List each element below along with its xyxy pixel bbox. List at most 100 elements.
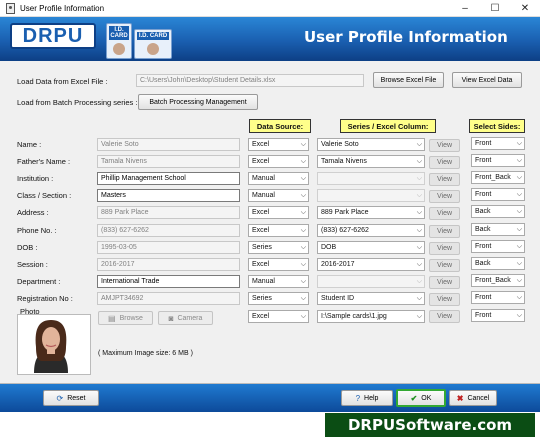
bottom-bar: ⟳ Reset ? Help ✔ OK ✖ Cancel [0, 384, 540, 412]
chevron-down-icon: ⌵ [516, 208, 522, 215]
reset-button[interactable]: ⟳ Reset [43, 390, 99, 406]
field-value-input[interactable]: 889 Park Place [97, 206, 240, 219]
help-button[interactable]: ? Help [341, 390, 393, 406]
series-column-select[interactable]: DOB ⌵ [317, 241, 425, 254]
data-source-select[interactable]: Manual ⌵ [248, 172, 309, 185]
view-button[interactable]: View [429, 293, 460, 306]
chevron-down-icon: ⌵ [516, 277, 522, 284]
side-select[interactable]: Front ⌵ [471, 188, 525, 201]
photo-source-select[interactable]: Excel ⌵ [248, 310, 309, 323]
series-column-select[interactable]: ⌵ [317, 275, 425, 288]
series-column-select[interactable]: Valerie Soto ⌵ [317, 138, 425, 151]
chevron-down-icon: ⌵ [300, 175, 306, 182]
excel-file-label: Load Data from Excel File : [17, 77, 108, 86]
field-value-input[interactable]: (833) 627-6262 [97, 224, 240, 237]
view-button[interactable]: View [429, 242, 460, 255]
field-value-input[interactable]: Tamala Nivens [97, 155, 240, 168]
window-titlebar: User Profile Information – ☐ ✕ [0, 0, 540, 17]
field-label: DOB : [17, 243, 38, 252]
chevron-down-icon: ⌵ [516, 243, 522, 250]
field-value-input[interactable]: Phillip Management School [97, 172, 240, 185]
side-select[interactable]: Front_Back ⌵ [471, 274, 525, 287]
camera-icon: ◙ [168, 313, 174, 323]
view-button[interactable]: View [429, 276, 460, 289]
series-column-select[interactable]: 2016-2017 ⌵ [317, 258, 425, 271]
camera-button[interactable]: ◙ Camera [158, 311, 213, 325]
view-button[interactable]: View [429, 139, 460, 152]
help-icon: ? [355, 393, 361, 403]
photo-column-select[interactable]: I:\Sample cards\1.jpg ⌵ [317, 310, 425, 323]
field-value-input[interactable]: AMJPT34692 [97, 292, 240, 305]
field-value-input[interactable]: Masters [97, 189, 240, 202]
chevron-down-icon: ⌵ [516, 191, 522, 198]
data-source-select[interactable]: Excel ⌵ [248, 138, 309, 151]
data-source-select[interactable]: Manual ⌵ [248, 189, 309, 202]
main-panel: Load Data from Excel File : C:\Users\Joh… [0, 61, 540, 384]
view-button[interactable]: View [429, 259, 460, 272]
data-source-value: Manual [252, 175, 275, 182]
side-select[interactable]: Front_Back ⌵ [471, 171, 525, 184]
view-button[interactable]: View [429, 190, 460, 203]
photo-browse-label: Browse [119, 314, 143, 322]
side-value: Front_Back [475, 174, 511, 181]
series-column-select[interactable]: (833) 627-6262 ⌵ [317, 224, 425, 237]
drpu-software-brand: DRPUSoftware.com [325, 413, 535, 437]
series-column-select[interactable]: ⌵ [317, 172, 425, 185]
cancel-button[interactable]: ✖ Cancel [449, 390, 497, 406]
side-select[interactable]: Back ⌵ [471, 223, 525, 236]
view-button[interactable]: View [429, 156, 460, 169]
chevron-down-icon: ⌵ [300, 141, 306, 148]
view-button[interactable]: View [429, 173, 460, 186]
field-value-input[interactable]: 2016-2017 [97, 258, 240, 271]
data-source-select[interactable]: Manual ⌵ [248, 275, 309, 288]
view-excel-button[interactable]: View Excel Data [452, 72, 522, 88]
series-column-select[interactable]: Tamala Nivens ⌵ [317, 155, 425, 168]
photo-view-button[interactable]: View [429, 310, 460, 323]
ok-button[interactable]: ✔ OK [396, 389, 446, 407]
data-source-header: Data Source: [249, 119, 311, 133]
close-button[interactable]: ✕ [510, 0, 540, 17]
chevron-down-icon: ⌵ [516, 260, 522, 267]
data-source-value: Excel [252, 141, 270, 148]
series-column-select[interactable]: Student ID ⌵ [317, 292, 425, 305]
side-select[interactable]: Back ⌵ [471, 257, 525, 270]
side-select[interactable]: Front ⌵ [471, 137, 525, 150]
data-source-select[interactable]: Excel ⌵ [248, 155, 309, 168]
chevron-down-icon: ⌵ [516, 174, 522, 181]
chevron-down-icon: ⌵ [416, 175, 422, 182]
data-source-value: Excel [252, 158, 270, 165]
data-source-select[interactable]: Series ⌵ [248, 241, 309, 254]
maximize-button[interactable]: ☐ [480, 0, 510, 17]
series-column-select[interactable]: 889 Park Place ⌵ [317, 206, 425, 219]
data-source-select[interactable]: Excel ⌵ [248, 258, 309, 271]
id-card-label: I.D. CARD [109, 26, 129, 40]
chevron-down-icon: ⌵ [300, 227, 306, 234]
photo-side-select[interactable]: Front ⌵ [471, 309, 525, 322]
series-column-value: 889 Park Place [321, 209, 369, 216]
series-column-value: Tamala Nivens [321, 158, 367, 165]
series-column-value: 2016-2017 [321, 261, 355, 268]
batch-processing-button[interactable]: Batch Processing Management [138, 94, 258, 110]
data-source-select[interactable]: Excel ⌵ [248, 206, 309, 219]
chevron-down-icon: ⌵ [300, 261, 306, 268]
view-button[interactable]: View [429, 225, 460, 238]
side-select[interactable]: Back ⌵ [471, 205, 525, 218]
data-source-select[interactable]: Series ⌵ [248, 292, 309, 305]
minimize-button[interactable]: – [450, 0, 480, 17]
help-label: Help [364, 394, 379, 402]
view-button[interactable]: View [429, 207, 460, 220]
side-select[interactable]: Front ⌵ [471, 154, 525, 167]
field-value-input[interactable]: International Trade [97, 275, 240, 288]
data-source-select[interactable]: Excel ⌵ [248, 224, 309, 237]
series-column-select[interactable]: ⌵ [317, 189, 425, 202]
excel-path-input[interactable]: C:\Users\John\Desktop\Student Details.xl… [136, 74, 364, 87]
photo-column-value: I:\Sample cards\1.jpg [321, 313, 387, 320]
side-select[interactable]: Front ⌵ [471, 240, 525, 253]
chevron-down-icon: ⌵ [416, 158, 422, 165]
photo-browse-button[interactable]: ▤ Browse [98, 311, 153, 325]
id-card-graphic: I.D. CARD [106, 23, 132, 59]
field-value-input[interactable]: Valerie Soto [97, 138, 240, 151]
field-value-input[interactable]: 1995-03-05 [97, 241, 240, 254]
browse-excel-button[interactable]: Browse Excel File [373, 72, 444, 88]
side-select[interactable]: Front ⌵ [471, 291, 525, 304]
